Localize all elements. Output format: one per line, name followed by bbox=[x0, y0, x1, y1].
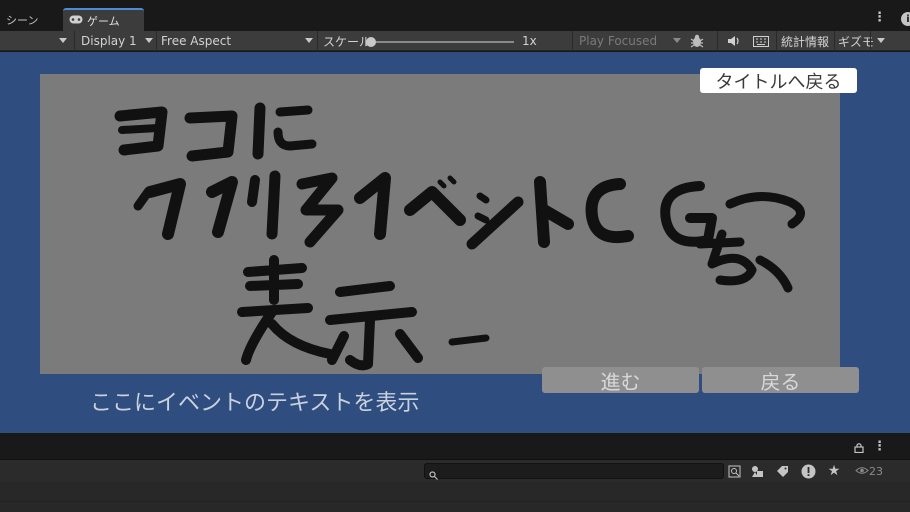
display-dropdown[interactable]: Display 1 bbox=[81, 31, 137, 51]
display-label: Display 1 bbox=[81, 34, 137, 48]
handwritten-placeholder-image bbox=[114, 102, 805, 371]
back-to-title-button[interactable]: タイトルへ戻る bbox=[700, 68, 857, 93]
search-input[interactable] bbox=[424, 463, 724, 480]
gizmos-button[interactable]: ギズモ bbox=[838, 31, 874, 51]
stats-label: 統計情報 bbox=[781, 34, 830, 49]
game-dropdown-chevron-down-icon[interactable] bbox=[59, 38, 67, 43]
next-button-label: 進む bbox=[600, 369, 641, 394]
gamepad-icon bbox=[69, 14, 83, 27]
panel-menu-kebab-icon[interactable]: ⋮ bbox=[873, 439, 886, 454]
scale-slider-track[interactable] bbox=[372, 41, 514, 43]
lock-icon[interactable] bbox=[852, 440, 866, 454]
stats-button[interactable]: 統計情報 bbox=[781, 31, 829, 51]
scene-tab-label: シーン bbox=[6, 13, 39, 27]
aspect-dropdown[interactable]: Free Aspect bbox=[161, 31, 231, 51]
game-view: タイトルへ戻る 進む 戻る ここにイベントのテキストを表示 bbox=[0, 52, 910, 433]
play-mode-chevron-down-icon bbox=[673, 38, 681, 43]
lower-panel-header: ⋮ bbox=[0, 433, 910, 460]
event-cg-placeholder bbox=[40, 74, 840, 374]
eye-icon bbox=[855, 465, 869, 478]
game-tab-label: ゲーム bbox=[87, 14, 120, 28]
bug-icon[interactable] bbox=[689, 31, 705, 51]
tab-game[interactable]: ゲーム bbox=[63, 8, 144, 31]
event-text: ここにイベントのテキストを表示 bbox=[90, 391, 420, 416]
scale-label: スケール bbox=[323, 34, 372, 49]
display-chevron-down-icon bbox=[145, 38, 153, 43]
scale-value: 1x bbox=[522, 34, 537, 48]
gizmos-chevron-down-icon[interactable] bbox=[877, 38, 885, 43]
favorite-star-icon[interactable]: ★ bbox=[826, 463, 842, 479]
next-button[interactable]: 進む bbox=[542, 367, 699, 394]
back-button[interactable]: 戻る bbox=[702, 367, 859, 394]
project-browser-area bbox=[0, 482, 910, 512]
divider bbox=[0, 501, 910, 502]
label-tag-icon[interactable] bbox=[774, 463, 790, 479]
audio-speaker-icon[interactable] bbox=[727, 31, 741, 51]
back-button-label: 戻る bbox=[760, 369, 801, 394]
play-mode-dropdown[interactable]: Play Focused bbox=[579, 31, 657, 51]
tab-menu-kebab-icon[interactable]: ⋮ bbox=[873, 10, 886, 25]
visibility-count: 23 bbox=[869, 464, 883, 478]
play-mode-label: Play Focused bbox=[579, 34, 658, 48]
gizmos-label: ギズモ bbox=[838, 34, 875, 49]
visibility-toggle[interactable]: 23 bbox=[851, 463, 887, 479]
aspect-label: Free Aspect bbox=[161, 34, 232, 48]
info-icon[interactable]: i bbox=[901, 12, 910, 26]
tab-scene[interactable]: シーン bbox=[0, 8, 60, 31]
aspect-chevron-down-icon bbox=[305, 38, 313, 43]
search-by-type-icon[interactable] bbox=[726, 463, 742, 479]
warning-exclamation-icon[interactable] bbox=[799, 462, 817, 480]
back-to-title-label: タイトルへ戻る bbox=[715, 71, 842, 93]
unity-editor: シーン ゲーム ⋮ i Display 1 Free Aspect スケール 1… bbox=[0, 0, 910, 512]
scale-slider-handle[interactable] bbox=[366, 37, 376, 47]
keyboard-icon[interactable] bbox=[753, 31, 769, 51]
tab-bar: シーン ゲーム ⋮ i bbox=[0, 0, 910, 31]
filter-by-type-icon[interactable] bbox=[749, 463, 765, 479]
